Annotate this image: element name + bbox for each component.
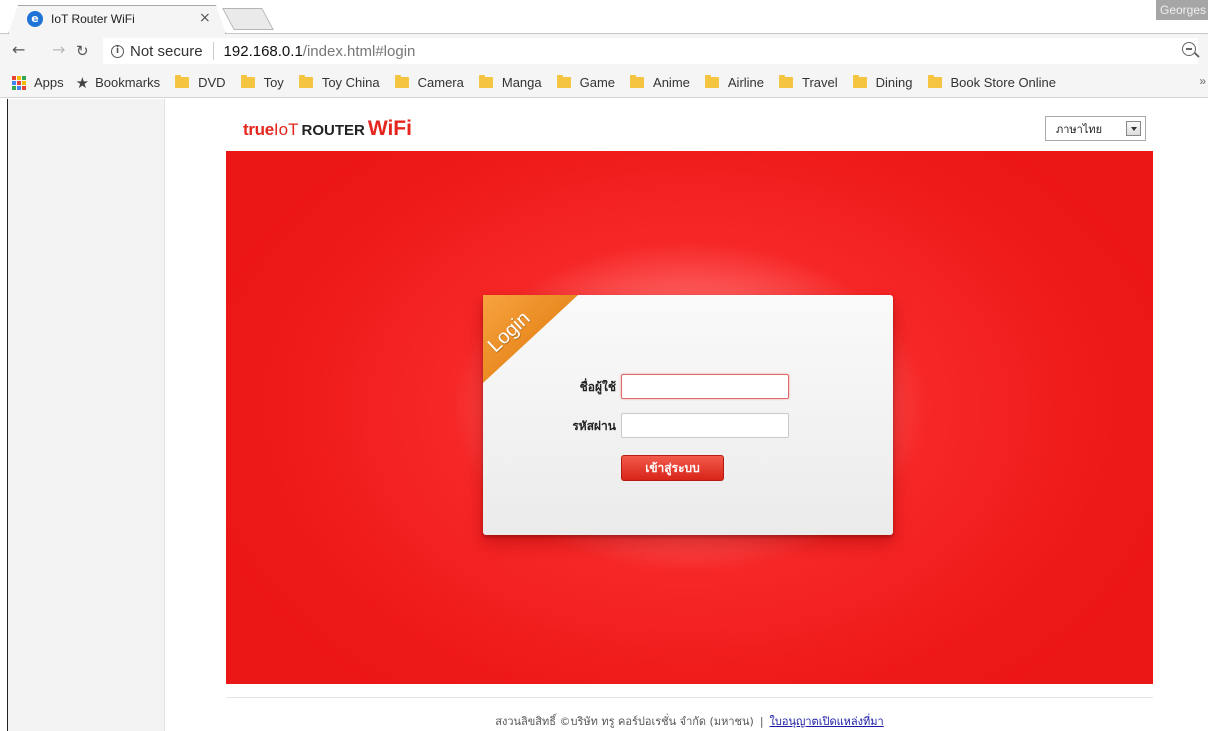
folder-icon (704, 75, 719, 88)
bookmark-folder-manga[interactable]: Manga (478, 75, 542, 90)
close-tab-icon[interactable]: × (199, 10, 211, 26)
folder-icon (852, 75, 867, 88)
zoom-out-icon[interactable] (1182, 42, 1196, 56)
folder-icon (175, 75, 190, 88)
tab-favicon-icon: e (27, 11, 43, 27)
bookmark-label: Bookmarks (95, 75, 161, 90)
true-iot-router-wifi-logo: true IoT ROUTER WiFi (243, 117, 412, 141)
folder-icon (394, 75, 409, 88)
footer: สงวนลิขสิทธิ์ ©บริษัท ทรู คอร์ปอเรชั่น จ… (226, 712, 1153, 730)
omnibox-divider (212, 42, 214, 60)
bookmark-folder-dining[interactable]: Dining (852, 75, 913, 90)
logo-iot-text: IoT (273, 120, 299, 139)
footer-separator: | (759, 715, 764, 728)
url-host[interactable]: 192.168.0.1 (224, 43, 303, 60)
bookmark-apps[interactable]: Apps (0, 75, 64, 90)
bookmark-folder-dvd[interactable]: DVD (175, 75, 226, 90)
address-bar[interactable]: i Not secure 192.168.0.1/index.html#logi… (103, 38, 1198, 64)
reload-icon[interactable]: ↻ (76, 42, 89, 60)
password-input[interactable] (621, 413, 789, 438)
bookmark-folder-toy-china[interactable]: Toy China (298, 75, 380, 90)
username-input[interactable] (621, 374, 789, 399)
bookmark-label: Apps (34, 75, 64, 90)
login-button[interactable]: เข้าสู่ระบบ (621, 455, 724, 481)
bookmark-label: Dining (875, 75, 913, 90)
left-gray-panel (8, 99, 165, 731)
bookmark-folder-airline[interactable]: Airline (704, 75, 765, 90)
bookmark-folder-book-store-online[interactable]: Book Store Online (927, 75, 1057, 90)
forward-arrow-icon[interactable]: → (52, 40, 65, 59)
star-icon: ★ (75, 74, 90, 92)
not-secure-label[interactable]: Not secure (130, 43, 203, 60)
bookmark-folder-toy[interactable]: Toy (240, 75, 284, 90)
bookmark-folder-camera[interactable]: Camera (394, 75, 464, 90)
footer-divider (226, 697, 1153, 698)
bookmark-label: Toy China (321, 75, 380, 90)
logo-wifi-text: WiFi (367, 117, 412, 140)
open-source-license-link[interactable]: ใบอนุญาตเปิดแหล่งที่มา (770, 715, 884, 728)
tab-content[interactable]: e IoT Router WiFi (27, 9, 135, 29)
language-selected-value: ภาษาไทย (1056, 122, 1103, 136)
footer-copyright: สงวนลิขสิทธิ์ ©บริษัท ทรู คอร์ปอเรชั่น จ… (495, 715, 754, 728)
page-viewport: true IoT ROUTER WiFi ภาษาไทย Login ชื่อผู… (0, 99, 1208, 731)
bookmark-label: Game (579, 75, 616, 90)
bookmark-folder-anime[interactable]: Anime (630, 75, 690, 90)
username-label: ชื่อผู้ใช้ (579, 380, 616, 394)
folder-icon (779, 75, 794, 88)
tab-strip: e IoT Router WiFi × Georges (0, 0, 1208, 34)
folder-icon (240, 75, 255, 88)
bookmark-folder-game[interactable]: Game (556, 75, 616, 90)
bookmark-bookmarks[interactable]: ★ Bookmarks (75, 74, 161, 92)
tab-title: IoT Router WiFi (51, 12, 135, 26)
bookmark-label: Airline (727, 75, 765, 90)
bookmark-label: Anime (653, 75, 690, 90)
bookmark-folder-travel[interactable]: Travel (779, 75, 838, 90)
bookmark-label: Book Store Online (950, 75, 1057, 90)
folder-icon (556, 75, 571, 88)
logo-true-text: true (243, 120, 274, 139)
dropdown-arrow-icon[interactable] (1126, 121, 1141, 136)
new-tab-button[interactable] (222, 8, 274, 30)
back-arrow-icon[interactable]: ← (12, 40, 25, 59)
bookmark-label: DVD (198, 75, 226, 90)
apps-grid-icon (12, 75, 26, 90)
folder-icon (478, 75, 493, 88)
password-label: รหัสผ่าน (572, 419, 616, 433)
bookmark-label: Toy (263, 75, 284, 90)
folder-icon (298, 75, 313, 88)
bookmarks-bar: Apps ★ Bookmarks DVD Toy Toy China Camer… (0, 68, 1208, 98)
bookmark-label: Travel (802, 75, 838, 90)
folder-icon (630, 75, 645, 88)
bookmarks-overflow-button[interactable]: » (1199, 74, 1206, 88)
url-path[interactable]: /index.html#login (303, 43, 416, 60)
bookmark-label: Manga (501, 75, 542, 90)
profile-button[interactable]: Georges (1156, 0, 1208, 20)
bookmark-label: Camera (417, 75, 464, 90)
language-select[interactable]: ภาษาไทย (1045, 116, 1146, 141)
folder-icon (927, 75, 942, 88)
browser-toolbar: ← → ↻ i Not secure 192.168.0.1/index.htm… (0, 34, 1208, 68)
info-icon[interactable]: i (111, 44, 124, 58)
logo-router-text: ROUTER (301, 122, 365, 139)
login-corner-ribbon: Login (483, 295, 578, 383)
